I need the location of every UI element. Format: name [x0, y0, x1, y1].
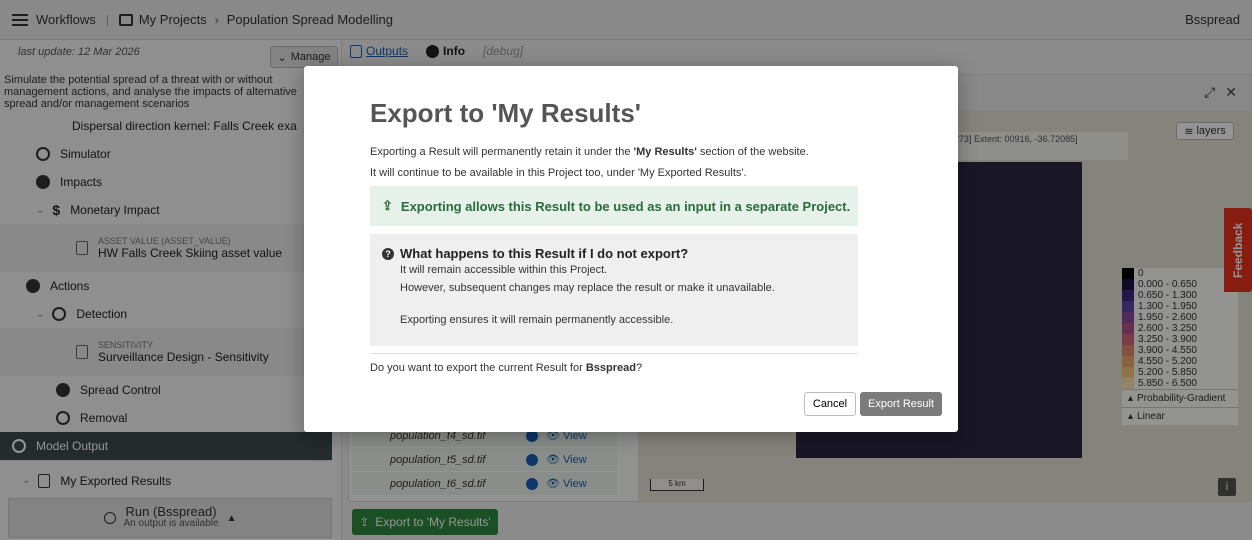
text: section of the website.	[696, 146, 809, 158]
text-bold: Bsspread	[585, 362, 636, 374]
export-result-button[interactable]: Export Result	[860, 392, 942, 416]
question-text: What happens to this Result if I do not …	[400, 246, 689, 261]
benefit-text: Exporting allows this Result to be used …	[400, 198, 851, 214]
info-line: It will remain accessible within this Pr…	[400, 264, 608, 276]
modal-title: Export to 'My Results'	[370, 98, 641, 128]
modal-paragraph-2: It will continue to be available in this…	[370, 167, 747, 179]
question: ? What happens to this Result if I do no…	[382, 246, 846, 261]
info-line: However, subsequent changes may replace …	[400, 282, 775, 294]
text: ?	[635, 362, 643, 374]
question-icon: ?	[382, 247, 394, 260]
confirm-question: Do you want to export the current Result…	[370, 362, 642, 374]
cancel-button[interactable]: Cancel	[804, 392, 856, 416]
no-export-info: ? What happens to this Result if I do no…	[370, 234, 858, 346]
divider	[370, 353, 858, 354]
text-bold: 'My Results'	[633, 146, 697, 158]
text: Do you want to export the current Result…	[370, 362, 586, 374]
export-modal: Export to 'My Results' Exporting a Resul…	[304, 66, 958, 432]
export-benefit-note: ⇪ Exporting allows this Result to be use…	[370, 186, 858, 226]
info-line: Exporting ensures it will remain permane…	[400, 314, 674, 326]
text: Exporting a Result will permanently reta…	[370, 146, 634, 158]
modal-paragraph-1: Exporting a Result will permanently reta…	[370, 146, 809, 158]
upload-icon: ⇪	[382, 198, 393, 213]
